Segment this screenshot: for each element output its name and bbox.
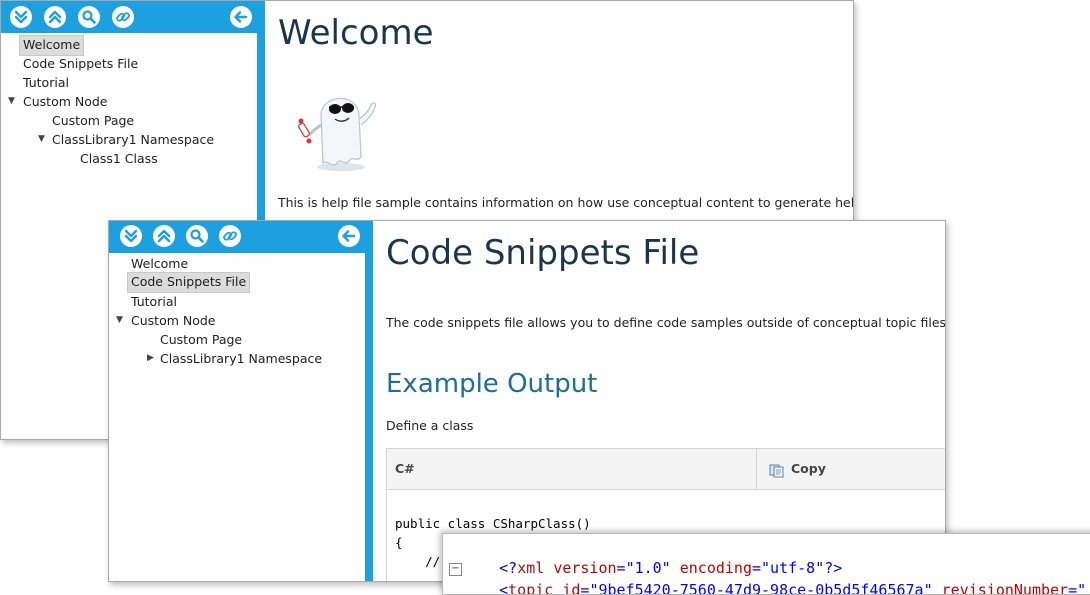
expanded-arrow-icon[interactable]: ▼ [116, 311, 123, 330]
section-title: Example Output [386, 369, 598, 399]
xml-editor-window: <?xml version="1.0" encoding="utf-8"?> −… [442, 533, 1090, 595]
sidebar: Welcome Code Snippets File Tutorial ▼ Cu… [109, 221, 365, 581]
toolbar [109, 221, 365, 253]
intro-paragraph: This is help file sample contains inform… [278, 195, 854, 210]
code-line: public class CSharpClass() [395, 516, 591, 531]
xml-token: topic [508, 581, 554, 595]
xml-value: "9bef5420-7560-47d9-98ce-0b5d5f46567a" [589, 581, 933, 595]
xml-attr: id [562, 581, 581, 595]
code-line: { [395, 535, 403, 550]
search-icon[interactable] [77, 5, 101, 29]
tree-item-welcome[interactable]: Welcome [128, 254, 191, 273]
tree-item-custom-node[interactable]: Custom Node [20, 92, 111, 111]
help-window-front: Welcome Code Snippets File Tutorial ▼ Cu… [108, 220, 946, 582]
tree-item-custom-page[interactable]: Custom Page [49, 111, 137, 130]
link-icon[interactable] [111, 5, 135, 29]
back-arrow-icon[interactable] [337, 224, 361, 248]
page-title: Welcome [278, 13, 434, 53]
copy-button[interactable]: Copy [756, 449, 945, 489]
tree-item-class1[interactable]: Class1 Class [77, 149, 161, 168]
collapsed-arrow-icon[interactable]: ▶ [147, 349, 154, 368]
toolbar [1, 1, 257, 33]
expanded-arrow-icon[interactable]: ▼ [38, 130, 45, 149]
back-arrow-icon[interactable] [229, 5, 253, 29]
tree-item-welcome[interactable]: Welcome [19, 35, 85, 56]
xml-attr: revisionNumber [941, 581, 1069, 595]
tree-item-code-snippets[interactable]: Code Snippets File [127, 272, 251, 293]
ghost-mascot-image [295, 85, 387, 177]
splitter[interactable] [365, 221, 373, 581]
collapse-all-icon[interactable] [152, 224, 176, 248]
tree-item-custom-node[interactable]: Custom Node [128, 311, 219, 330]
expanded-arrow-icon[interactable]: ▼ [8, 92, 15, 111]
code-block-header: C# Copy [387, 449, 945, 490]
content-pane: Code Snippets File The code snippets fil… [373, 221, 945, 581]
search-icon[interactable] [185, 224, 209, 248]
tree-item-custom-page[interactable]: Custom Page [157, 330, 245, 349]
xml-value: =" [1068, 581, 1087, 595]
copy-label: Copy [791, 461, 826, 476]
link-icon[interactable] [218, 224, 242, 248]
expand-all-icon[interactable] [119, 224, 143, 248]
tree-item-tutorial[interactable]: Tutorial [20, 73, 72, 92]
xml-topic-line: <topic id="9bef5420-7560-47d9-98ce-0b5d5… [463, 557, 1087, 595]
copy-icon [769, 463, 785, 478]
topic-tree: Welcome Code Snippets File Tutorial ▼ Cu… [109, 253, 365, 581]
section-text: Define a class [386, 418, 474, 433]
tree-item-code-snippets[interactable]: Code Snippets File [20, 54, 141, 73]
code-language-label: C# [395, 461, 415, 476]
intro-paragraph: The code snippets file allows you to def… [386, 315, 946, 330]
tree-item-classlibrary-namespace[interactable]: ClassLibrary1 Namespace [157, 349, 325, 368]
tree-item-tutorial[interactable]: Tutorial [128, 292, 180, 311]
tree-item-classlibrary-namespace[interactable]: ClassLibrary1 Namespace [49, 130, 217, 149]
expand-all-icon[interactable] [9, 5, 33, 29]
page-title: Code Snippets File [386, 233, 700, 273]
code-line: // [395, 554, 441, 569]
xml-token: < [499, 581, 509, 595]
collapse-toggle-icon[interactable]: − [449, 563, 462, 576]
collapse-all-icon[interactable] [43, 5, 67, 29]
